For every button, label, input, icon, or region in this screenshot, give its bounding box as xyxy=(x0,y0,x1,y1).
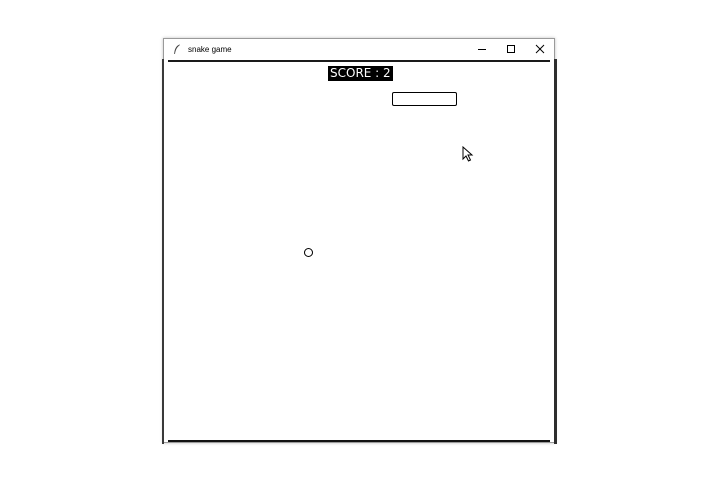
score-label: SCORE : 2 xyxy=(328,66,393,81)
window-title: snake game xyxy=(188,44,232,54)
maximize-button[interactable] xyxy=(496,39,525,59)
title-bar[interactable]: snake game xyxy=(164,39,554,59)
feather-icon xyxy=(172,43,182,55)
close-icon xyxy=(535,44,544,54)
circle-food-icon xyxy=(304,248,313,257)
game-canvas[interactable]: SCORE : 2 xyxy=(168,60,550,442)
close-button[interactable] xyxy=(525,39,554,59)
score-box xyxy=(392,92,457,106)
game-window: snake game SCORE : 2 xyxy=(162,38,557,444)
minimize-button[interactable] xyxy=(467,39,496,59)
maximize-icon xyxy=(506,45,515,53)
minimize-icon xyxy=(477,49,486,50)
mouse-pointer-icon xyxy=(462,146,474,162)
bottom-edge xyxy=(168,440,550,442)
